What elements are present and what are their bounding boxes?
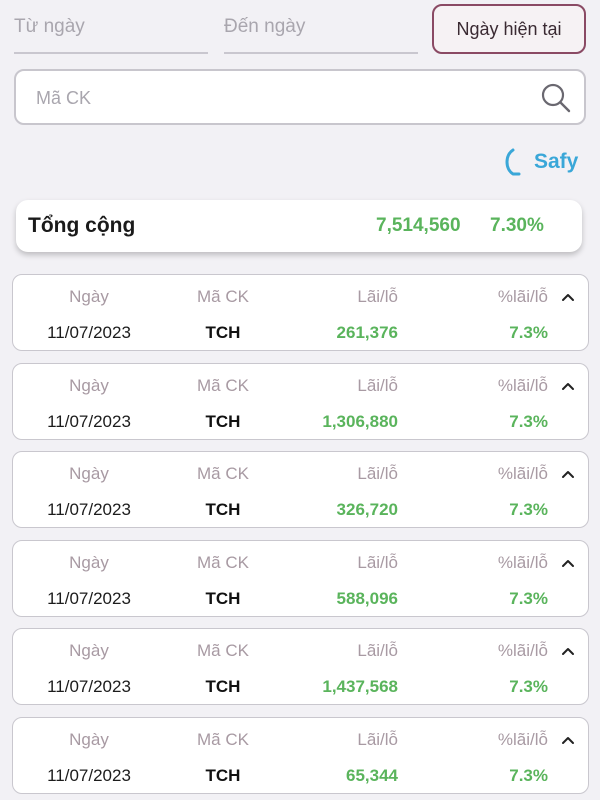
percent-header: %lãi/lỗ xyxy=(497,552,548,572)
transaction-row[interactable]: Ngày Mã CK Lãi/lỗ %lãi/lỗ 11/07/2023 TCH… xyxy=(12,628,589,706)
chevron-up-icon[interactable] xyxy=(560,645,576,657)
row-symbol: TCH xyxy=(205,500,241,520)
chevron-up-icon[interactable] xyxy=(560,468,576,480)
symbol-search-input[interactable] xyxy=(36,83,516,113)
profit-loss-header: Lãi/lỗ xyxy=(357,729,398,749)
row-profit-loss: 588,096 xyxy=(336,588,398,608)
symbol-header: Mã CK xyxy=(197,552,249,572)
date-header: Ngày xyxy=(69,464,109,484)
row-symbol: TCH xyxy=(205,588,241,608)
percent-header: %lãi/lỗ xyxy=(497,375,548,395)
transaction-row[interactable]: Ngày Mã CK Lãi/lỗ %lãi/lỗ 11/07/2023 TCH… xyxy=(12,274,589,351)
row-date: 11/07/2023 xyxy=(47,500,131,520)
row-date: 11/07/2023 xyxy=(47,588,131,608)
row-symbol: TCH xyxy=(205,765,241,785)
search-icon[interactable] xyxy=(540,82,572,114)
row-symbol: TCH xyxy=(205,677,241,697)
row-symbol: TCH xyxy=(205,323,241,342)
date-header: Ngày xyxy=(69,729,109,749)
row-date: 11/07/2023 xyxy=(47,323,131,342)
to-date-placeholder: Đến ngày xyxy=(224,16,306,37)
row-percent: 7.3% xyxy=(509,500,548,520)
date-header: Ngày xyxy=(69,552,109,572)
profit-loss-header: Lãi/lỗ xyxy=(357,552,398,572)
today-button[interactable]: Ngày hiện tại xyxy=(432,4,586,54)
symbol-header: Mã CK xyxy=(197,287,249,306)
row-profit-loss: 326,720 xyxy=(336,500,398,520)
safy-logo-text: Safy xyxy=(534,150,579,173)
profit-loss-header: Lãi/lỗ xyxy=(357,287,398,306)
row-date: 11/07/2023 xyxy=(47,411,131,431)
transaction-row[interactable]: Ngày Mã CK Lãi/lỗ %lãi/lỗ 11/07/2023 TCH… xyxy=(12,362,589,440)
row-percent: 7.3% xyxy=(509,677,548,697)
chevron-up-icon[interactable] xyxy=(560,380,576,392)
transaction-row[interactable]: Ngày Mã CK Lãi/lỗ %lãi/lỗ 11/07/2023 TCH… xyxy=(12,539,589,617)
date-header: Ngày xyxy=(69,641,109,661)
symbol-header: Mã CK xyxy=(197,375,249,395)
symbol-search-box[interactable] xyxy=(14,69,586,125)
chevron-up-icon[interactable] xyxy=(560,557,576,569)
total-summary-card: Tổng cộng 7,514,560 7.30% xyxy=(16,200,582,252)
row-profit-loss: 261,376 xyxy=(336,323,398,342)
symbol-header: Mã CK xyxy=(197,641,249,661)
transaction-row[interactable]: Ngày Mã CK Lãi/lỗ %lãi/lỗ 11/07/2023 TCH… xyxy=(12,451,589,529)
transaction-row[interactable]: Ngày Mã CK Lãi/lỗ %lãi/lỗ 11/07/2023 TCH… xyxy=(12,716,589,794)
transaction-list: Ngày Mã CK Lãi/lỗ %lãi/lỗ 11/07/2023 TCH… xyxy=(12,274,589,800)
row-date: 11/07/2023 xyxy=(47,765,131,785)
profit-loss-header: Lãi/lỗ xyxy=(357,375,398,395)
to-date-field[interactable]: Đến ngày xyxy=(224,8,418,54)
row-profit-loss: 1,437,568 xyxy=(322,677,398,697)
row-percent: 7.3% xyxy=(509,323,548,342)
profit-loss-header: Lãi/lỗ xyxy=(357,464,398,484)
row-date: 11/07/2023 xyxy=(47,677,131,697)
total-label: Tổng cộng xyxy=(28,214,136,237)
date-header: Ngày xyxy=(69,375,109,395)
from-date-placeholder: Từ ngày xyxy=(14,16,85,37)
row-percent: 7.3% xyxy=(509,411,548,431)
profit-loss-screen: Từ ngày Đến ngày Ngày hiện tại Safy Tổng… xyxy=(0,0,600,800)
symbol-header: Mã CK xyxy=(197,729,249,749)
symbol-header: Mã CK xyxy=(197,464,249,484)
from-date-field[interactable]: Từ ngày xyxy=(14,8,208,54)
percent-header: %lãi/lỗ xyxy=(497,641,548,661)
row-percent: 7.3% xyxy=(509,765,548,785)
total-percent: 7.30% xyxy=(490,215,544,236)
total-amount: 7,514,560 xyxy=(376,215,461,236)
safy-logo-mark-icon xyxy=(505,148,521,176)
profit-loss-header: Lãi/lỗ xyxy=(357,641,398,661)
chevron-up-icon[interactable] xyxy=(560,291,576,303)
row-percent: 7.3% xyxy=(509,588,548,608)
percent-header: %lãi/lỗ xyxy=(497,287,548,306)
row-profit-loss: 1,306,880 xyxy=(322,411,398,431)
safy-logo: Safy xyxy=(500,144,578,180)
date-header: Ngày xyxy=(69,287,109,306)
row-profit-loss: 65,344 xyxy=(346,765,398,785)
percent-header: %lãi/lỗ xyxy=(497,464,548,484)
row-symbol: TCH xyxy=(205,411,241,431)
percent-header: %lãi/lỗ xyxy=(497,729,548,749)
chevron-up-icon[interactable] xyxy=(560,734,576,746)
